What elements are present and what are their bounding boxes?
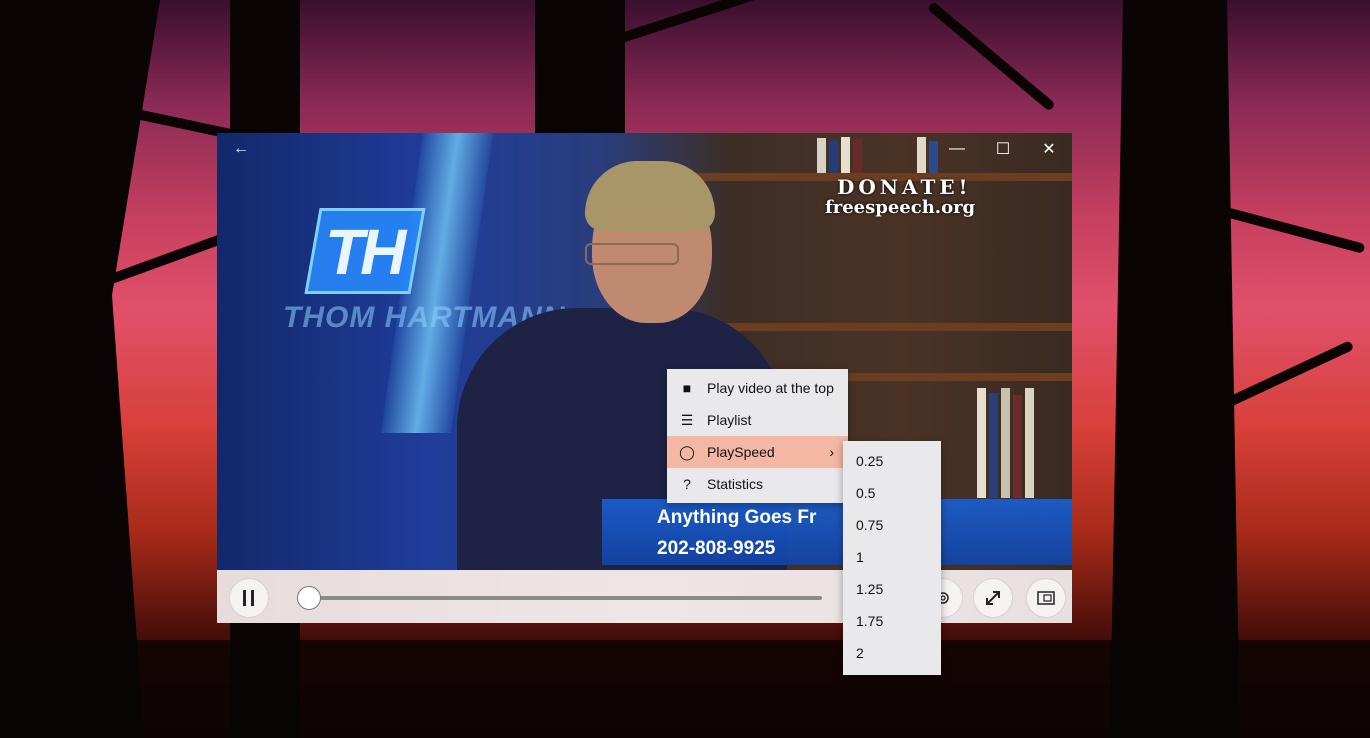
pause-icon [243, 590, 254, 606]
menu-item-label: PlaySpeed [707, 444, 775, 460]
bookshelf [687, 323, 1072, 331]
donate-overlay-text: DONATE! [837, 175, 972, 199]
play-pause-button[interactable] [229, 578, 269, 618]
video-player-window: TH THOM HARTMANN DONATE! freespeech.org … [217, 133, 1072, 623]
book [829, 141, 838, 173]
speed-option[interactable]: 1 [843, 541, 941, 573]
menu-item-label: Statistics [707, 476, 764, 492]
menu-item-label: Playlist [707, 412, 752, 428]
seek-bar-track[interactable] [307, 596, 822, 600]
book [989, 393, 998, 498]
speed-option[interactable]: 1.75 [843, 605, 941, 637]
site-overlay-text: freespeech.org [825, 197, 976, 218]
book [817, 138, 826, 173]
question-icon: ? [683, 476, 691, 492]
speed-option[interactable]: 1.25 [843, 573, 941, 605]
compact-overlay-button[interactable] [1026, 578, 1066, 618]
book [977, 388, 986, 498]
book [1013, 395, 1022, 498]
banner-title: Anything Goes Fr [657, 507, 817, 528]
presenter-glasses [585, 243, 679, 265]
book [853, 139, 862, 173]
minimize-button[interactable]: — [937, 135, 977, 163]
seek-bar-thumb[interactable] [297, 586, 321, 610]
maximize-button[interactable]: ☐ [983, 135, 1023, 163]
book [1025, 388, 1034, 498]
speed-option[interactable]: 2 [843, 637, 941, 669]
back-button[interactable]: ← [221, 135, 261, 163]
minimize-icon: — [949, 140, 965, 157]
menu-item-playspeed[interactable]: ◯ PlaySpeed › [667, 436, 848, 468]
menu-item-playlist[interactable]: ☰ Playlist [667, 404, 848, 436]
fullscreen-button[interactable] [973, 578, 1013, 618]
playspeed-submenu: 0.25 0.5 0.75 1 1.25 1.75 2 [843, 441, 941, 675]
book [841, 137, 850, 173]
always-on-top-icon: ■ [682, 380, 692, 396]
transport-controls-bar [217, 570, 1072, 623]
video-frame[interactable]: TH THOM HARTMANN DONATE! freespeech.org … [217, 133, 1072, 570]
back-arrow-icon: ← [233, 140, 249, 157]
menu-item-play-on-top[interactable]: ■ Play video at the top [667, 372, 848, 404]
show-logo-letters: TH [325, 216, 406, 288]
context-menu: ■ Play video at the top ☰ Playlist ◯ Pla… [667, 369, 848, 503]
close-button[interactable]: ✕ [1029, 135, 1069, 163]
speed-circle-icon: ◯ [679, 443, 695, 460]
menu-item-label: Play video at the top [707, 380, 834, 396]
speed-option[interactable]: 0.75 [843, 509, 941, 541]
compact-overlay-icon [1037, 591, 1055, 605]
speed-option[interactable]: 0.25 [843, 445, 941, 477]
chevron-right-icon: › [829, 444, 834, 460]
maximize-icon: ☐ [995, 141, 1011, 158]
expand-icon [986, 591, 1000, 605]
menu-item-statistics[interactable]: ? Statistics [667, 468, 848, 500]
book [917, 137, 926, 173]
banner-phone: 202-808-9925 [657, 538, 776, 559]
list-icon: ☰ [680, 411, 694, 428]
book [1001, 388, 1010, 498]
presenter-hair [585, 161, 715, 231]
close-icon: ✕ [1042, 141, 1056, 158]
speed-option[interactable]: 0.5 [843, 477, 941, 509]
